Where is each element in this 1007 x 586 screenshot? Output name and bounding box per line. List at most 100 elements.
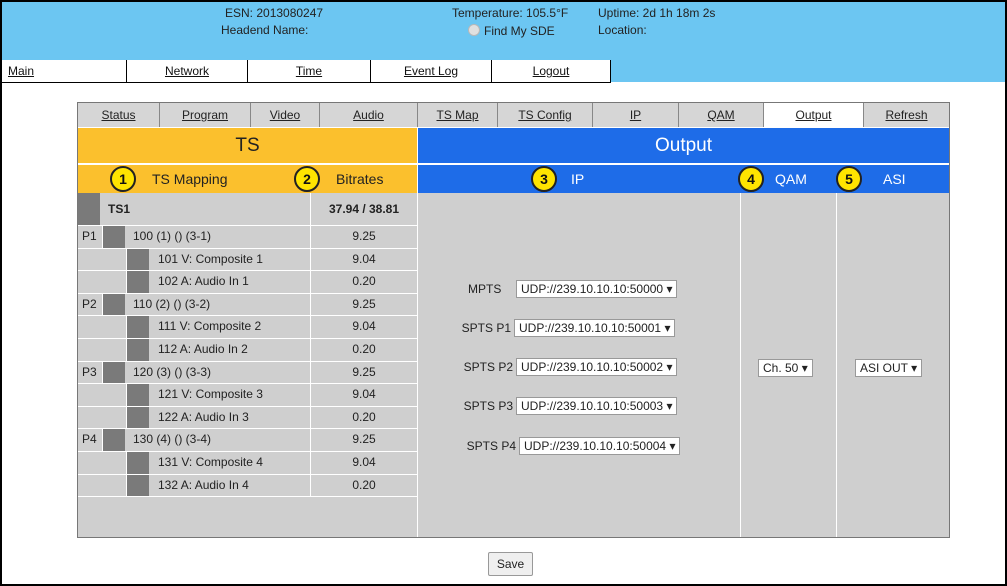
ts-name: TS1: [108, 202, 131, 216]
table-row: 101 V: Composite 1 9.04: [78, 248, 417, 272]
table-row: 112 A: Audio In 2 0.20: [78, 339, 417, 362]
qam-label: QAM: [775, 171, 807, 187]
bitrate-value: 9.04: [352, 387, 376, 402]
mpts-select[interactable]: UDP://239.10.10.10:50000 ▾: [516, 280, 678, 298]
program-name: 120 (3) () (3-3): [133, 364, 212, 379]
tab-network[interactable]: Network: [127, 60, 248, 82]
subtab-ip[interactable]: IP: [593, 103, 679, 127]
component-marker: [127, 316, 149, 338]
component-name: 111 V: Composite 2: [158, 319, 262, 334]
qam-channel-select[interactable]: Ch. 50 ▾: [758, 359, 813, 377]
find-my-sde-label: Find My SDE: [484, 24, 555, 38]
bitrates-label: Bitrates: [336, 171, 384, 187]
tab-main[interactable]: Main: [2, 60, 127, 82]
table-row: 122 A: Audio In 3 0.20: [78, 406, 417, 430]
table-row: P3 120 (3) () (3-3) 9.25: [78, 361, 417, 385]
spts-p1-label: SPTS P1: [461, 321, 511, 335]
subtab-program[interactable]: Program: [160, 103, 251, 127]
component-marker: [127, 384, 149, 406]
program-id: P3: [82, 364, 97, 379]
subtab-ts-config[interactable]: TS Config: [498, 103, 593, 127]
spts-p2-select[interactable]: UDP://239.10.10.10:50002 ▾: [516, 358, 678, 376]
stream-marker: [78, 193, 100, 225]
asi-label: ASI: [883, 171, 906, 187]
headend-name-label: Headend Name:: [221, 23, 309, 37]
ts-mapping-label: TS Mapping: [152, 171, 228, 187]
location-label: Location:: [598, 23, 647, 37]
spts-p3-label: SPTS P3: [463, 399, 513, 413]
spts-p4-select[interactable]: UDP://239.10.10.10:50004 ▾: [519, 437, 681, 455]
save-button[interactable]: Save: [488, 552, 533, 576]
bitrate-value: 9.25: [352, 296, 376, 311]
badge-1: 1: [110, 166, 136, 192]
ts-subheader: 1 TS Mapping 2 Bitrates: [78, 164, 417, 193]
program-name: 110 (2) () (3-2): [133, 296, 211, 311]
tab-logout[interactable]: Logout: [492, 60, 611, 82]
program-marker: [103, 361, 125, 384]
bitrate-value: 9.25: [352, 364, 376, 379]
spts-p3-select[interactable]: UDP://239.10.10.10:50003 ▾: [516, 397, 678, 415]
bitrate-value: 9.25: [352, 229, 376, 243]
component-marker: [127, 452, 149, 474]
bitrate-value: 0.20: [352, 274, 376, 289]
component-name: 132 A: Audio In 4: [158, 477, 249, 492]
main-nav: Main Network Time Event Log Logout: [2, 60, 611, 83]
bitrate-value: 9.04: [352, 251, 376, 266]
spts-p4-label: SPTS P4: [466, 439, 516, 453]
radio-icon: [468, 24, 480, 36]
component-name: 122 A: Audio In 3: [158, 409, 249, 424]
subtab-refresh[interactable]: Refresh: [864, 103, 949, 127]
divider: [740, 193, 741, 537]
table-row: TS1 37.94 / 38.81: [78, 193, 417, 226]
component-marker: [127, 474, 149, 497]
subtab-qam[interactable]: QAM: [679, 103, 764, 127]
program-name: 100 (1) () (3-1): [133, 229, 212, 243]
uptime-text: Uptime: 2d 1h 18m 2s: [598, 6, 716, 20]
program-marker: [103, 226, 125, 248]
badge-4: 4: [738, 166, 764, 192]
table-row: P1 100 (1) () (3-1) 9.25: [78, 226, 417, 249]
ts-mapping-table: TS1 37.94 / 38.81 P1 100 (1) () (3-1) 9.25 10…: [78, 193, 417, 537]
divider: [836, 193, 837, 537]
table-row: P4 130 (4) () (3-4) 9.25: [78, 429, 417, 452]
bitrate-value: 0.20: [352, 477, 376, 492]
program-id: P1: [82, 229, 97, 243]
bitrate-value: 9.25: [352, 432, 376, 447]
output-subheader: 3 IP 4 QAM 5 ASI: [418, 164, 949, 193]
component-name: 121 V: Composite 3: [158, 387, 263, 402]
component-marker: [127, 406, 149, 429]
table-row: 102 A: Audio In 1 0.20: [78, 271, 417, 294]
component-marker: [127, 271, 149, 293]
find-my-sde-toggle[interactable]: Find My SDE: [468, 24, 555, 38]
tab-time[interactable]: Time: [248, 60, 371, 82]
tab-event-log[interactable]: Event Log: [371, 60, 492, 82]
subtab-status[interactable]: Status: [78, 103, 160, 127]
spts-p1-select[interactable]: UDP://239.10.10.10:50001 ▾: [514, 319, 676, 337]
asi-output-select[interactable]: ASI OUT ▾: [855, 359, 923, 377]
table-row: 131 V: Composite 4 9.04: [78, 452, 417, 475]
subtab-ts-map[interactable]: TS Map: [418, 103, 498, 127]
table-row: 121 V: Composite 3 9.04: [78, 384, 417, 407]
output-panel: Status Program Video Audio TS Map TS Con…: [77, 102, 950, 538]
table-row: 111 V: Composite 2 9.04: [78, 316, 417, 339]
ip-label: IP: [571, 171, 585, 187]
program-id: P2: [82, 296, 97, 311]
subtab-output[interactable]: Output: [764, 103, 864, 127]
output-area: MPTS UDP://239.10.10.10:50000 ▾ SPTS P1 …: [418, 193, 949, 537]
esn-text: ESN: 2013080247: [225, 6, 324, 20]
program-name: 130 (4) () (3-4): [133, 432, 212, 447]
subtab-video[interactable]: Video: [251, 103, 320, 127]
output-title: Output: [418, 128, 949, 163]
temperature-text: Temperature: 105.5°F: [452, 6, 569, 20]
spts-p2-label: SPTS P2: [463, 360, 513, 374]
bitrate-value: 37.94 / 38.81: [328, 202, 400, 216]
ts-title: TS: [78, 128, 417, 163]
component-name: 112 A: Audio In 2: [158, 342, 248, 356]
badge-2: 2: [294, 166, 320, 192]
badge-3: 3: [531, 166, 557, 192]
program-marker: [103, 429, 125, 451]
bitrate-value: 0.20: [352, 342, 376, 356]
program-marker: [103, 293, 125, 316]
subtab-audio[interactable]: Audio: [320, 103, 418, 127]
component-name: 131 V: Composite 4: [158, 455, 263, 469]
